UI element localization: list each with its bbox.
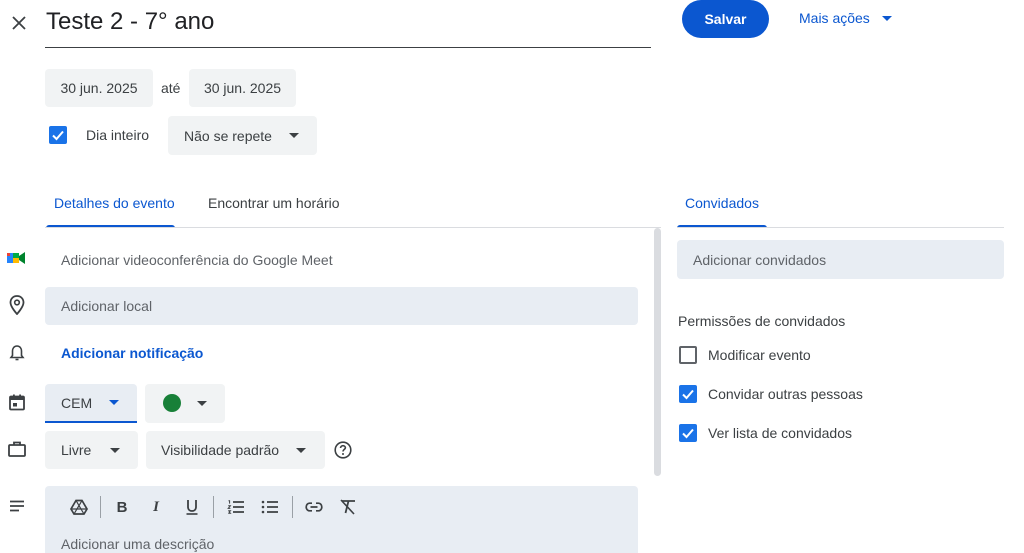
event-color-dropdown[interactable] <box>145 384 225 423</box>
drive-icon[interactable] <box>68 496 90 518</box>
add-meet-label: Adicionar videoconferência do Google Mee… <box>61 252 333 268</box>
chevron-down-icon <box>197 401 207 406</box>
description-lines-icon <box>7 498 27 514</box>
tab-find-time-label: Encontrar um horário <box>208 195 340 211</box>
tab-event-details-label: Detalhes do evento <box>54 195 175 211</box>
start-date: 30 jun. 2025 <box>60 80 138 96</box>
permission-see-guest-list-checkbox[interactable] <box>679 424 697 442</box>
more-actions-label: Mais ações <box>799 10 870 26</box>
visibility-value: Visibilidade padrão <box>161 442 280 458</box>
add-notification-label: Adicionar notificação <box>61 345 204 361</box>
italic-icon[interactable]: I <box>145 496 167 518</box>
event-color-swatch <box>163 394 181 412</box>
permission-modify-event-checkbox[interactable] <box>679 346 697 364</box>
event-title-input[interactable]: Teste 2 - 7° ano <box>45 0 651 48</box>
link-icon[interactable] <box>303 496 325 518</box>
help-icon[interactable] <box>333 440 353 460</box>
description-placeholder: Adicionar uma descrição <box>61 536 215 552</box>
chevron-down-icon <box>881 15 892 21</box>
tab-event-details[interactable]: Detalhes do evento <box>46 188 183 228</box>
bulleted-list-icon[interactable] <box>259 496 281 518</box>
close-icon[interactable] <box>8 12 30 34</box>
repeat-value: Não se repete <box>184 127 272 144</box>
calendar-dropdown[interactable]: CEM <box>45 384 137 423</box>
tabs-divider <box>45 227 661 228</box>
numbered-list-icon[interactable] <box>225 496 247 518</box>
toolbar-separator <box>100 496 101 518</box>
location-placeholder: Adicionar local <box>61 298 153 314</box>
all-day-label: Dia inteiro <box>86 127 150 143</box>
calendar-value: CEM <box>61 395 93 411</box>
availability-dropdown[interactable]: Livre <box>45 431 138 469</box>
underline-icon[interactable] <box>181 496 203 518</box>
location-pin-icon <box>7 294 27 316</box>
permission-see-guest-list-label: Ver lista de convidados <box>708 425 852 441</box>
end-date-field[interactable]: 30 jun. 2025 <box>189 69 296 107</box>
scrollbar-thumb[interactable] <box>654 228 661 476</box>
bold-icon[interactable]: B <box>111 496 133 518</box>
add-meet-button[interactable]: Adicionar videoconferência do Google Mee… <box>45 242 645 276</box>
google-meet-icon <box>7 249 27 267</box>
tab-guests-label: Convidados <box>685 195 759 211</box>
chevron-down-icon <box>296 448 306 453</box>
add-guests-input[interactable]: Adicionar convidados <box>677 240 1004 279</box>
calendar-icon <box>7 392 27 412</box>
location-input[interactable]: Adicionar local <box>45 287 638 325</box>
all-day-checkbox[interactable] <box>49 126 67 144</box>
chevron-down-icon <box>289 133 299 138</box>
date-separator: até <box>161 80 181 96</box>
add-guests-placeholder: Adicionar convidados <box>693 251 827 268</box>
availability-value: Livre <box>61 442 92 458</box>
end-date: 30 jun. 2025 <box>203 80 282 96</box>
start-date-field[interactable]: 30 jun. 2025 <box>45 69 153 107</box>
event-title: Teste 2 - 7° ano <box>46 8 215 35</box>
guests-divider <box>677 227 1004 228</box>
visibility-dropdown[interactable]: Visibilidade padrão <box>146 431 325 469</box>
save-button[interactable]: Salvar <box>682 0 769 38</box>
tab-find-time[interactable]: Encontrar um horário <box>200 188 350 228</box>
chevron-down-icon <box>110 448 120 453</box>
more-actions-button[interactable]: Mais ações <box>799 8 892 28</box>
toolbar-separator <box>292 496 293 518</box>
permission-modify-event-label: Modificar evento <box>708 347 811 363</box>
tab-guests[interactable]: Convidados <box>677 188 767 228</box>
guest-permissions-title: Permissões de convidados <box>678 313 846 329</box>
clear-format-icon[interactable] <box>337 496 359 518</box>
toolbar-separator <box>213 496 214 518</box>
repeat-dropdown[interactable]: Não se repete <box>168 116 317 155</box>
chevron-down-icon <box>109 400 119 405</box>
save-button-label: Salvar <box>704 11 747 27</box>
briefcase-icon <box>7 439 27 459</box>
permission-invite-others-checkbox[interactable] <box>679 385 697 403</box>
bell-icon <box>7 343 27 363</box>
permission-invite-others-label: Convidar outras pessoas <box>708 386 863 402</box>
add-notification-button[interactable]: Adicionar notificação <box>61 345 203 365</box>
